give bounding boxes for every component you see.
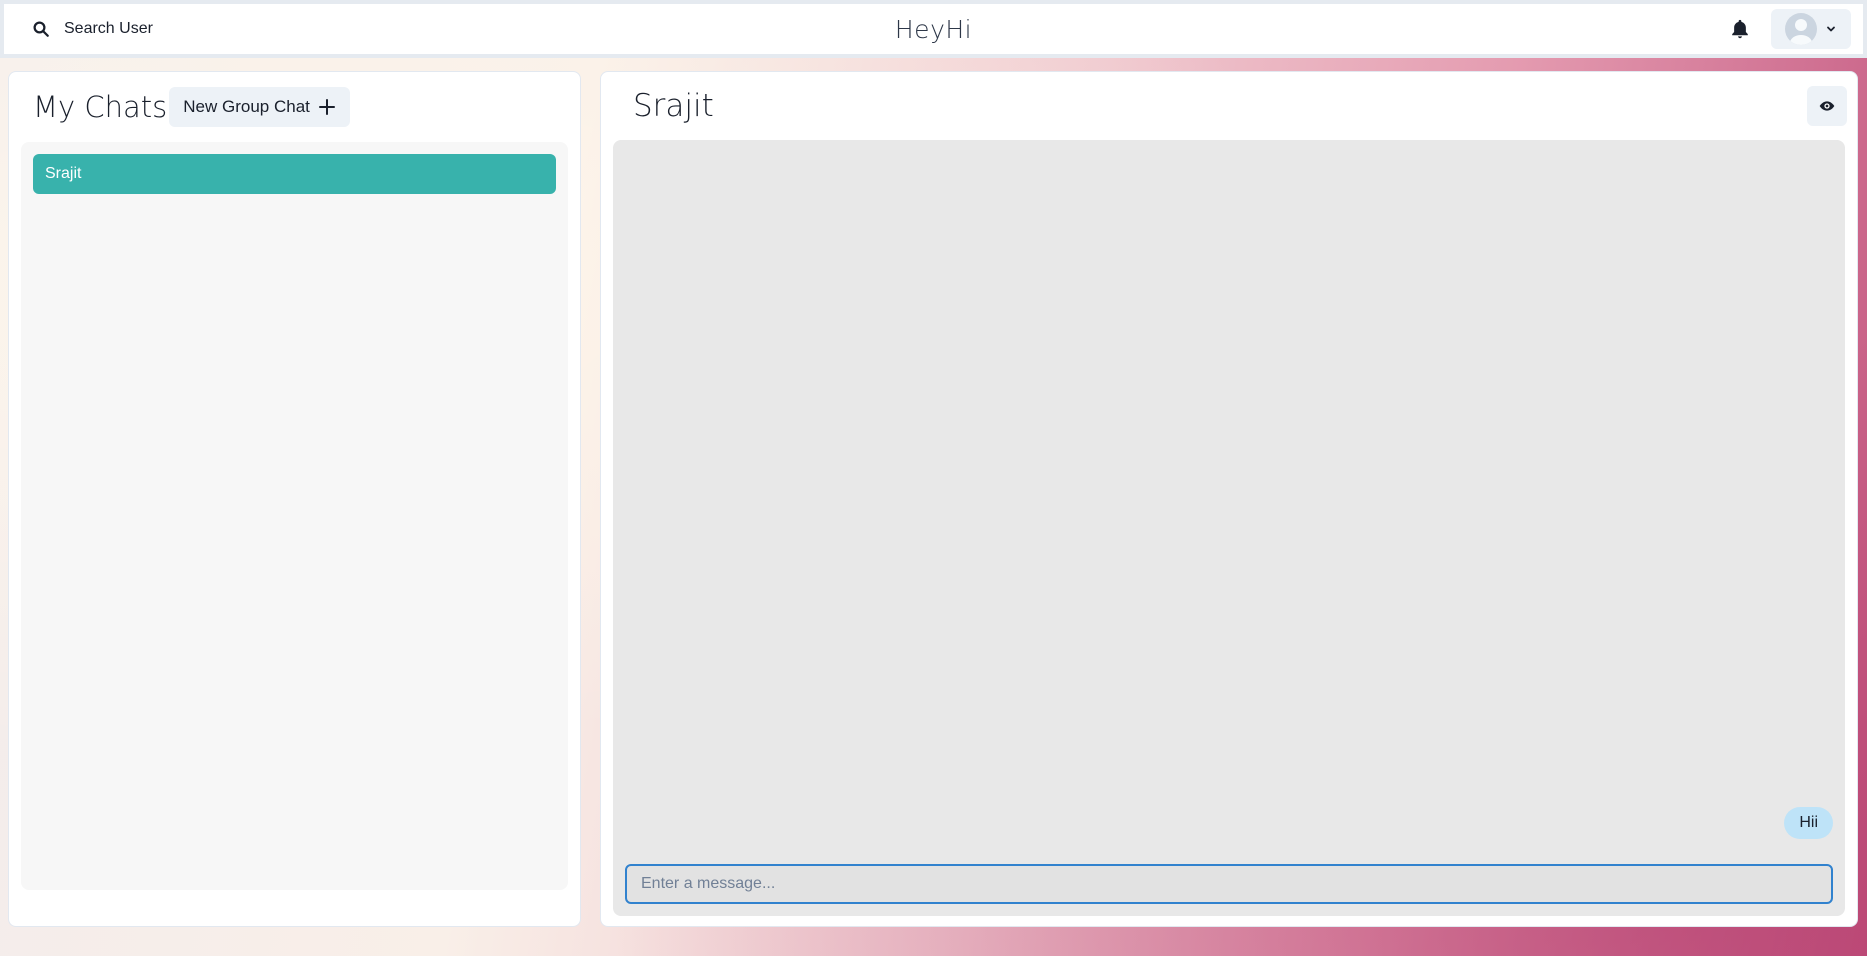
my-chats-title: My Chats [33,90,168,124]
chat-list-item-name: Srajit [45,165,82,182]
my-chats-header: My Chats New Group Chat [21,72,568,142]
new-group-chat-button[interactable]: New Group Chat [169,87,350,127]
top-right-actions [1729,9,1851,49]
my-chats-panel: My Chats New Group Chat Srajit [8,71,581,927]
eye-icon [1819,101,1835,111]
chat-list-item-srajit[interactable]: Srajit [33,154,556,194]
new-group-chat-label: New Group Chat [183,97,310,116]
message-bubble: Hii [1784,807,1833,839]
profile-menu-button[interactable] [1771,9,1851,49]
chat-box-panel: Srajit Hii [600,71,1858,927]
chat-header: Srajit [613,72,1847,140]
search-icon [33,21,49,37]
message-input[interactable] [625,864,1833,904]
avatar-icon [1785,13,1817,45]
search-user-button[interactable]: Search User [26,9,159,49]
search-user-label: Search User [64,20,153,37]
messages-area[interactable]: Hii [613,140,1845,916]
plus-icon [318,99,335,115]
app-brand-title: HeyHi [894,14,973,44]
top-navbar: Search User HeyHi [0,0,1867,58]
chevron-down-icon [1827,26,1835,32]
chat-title: Srajit [633,88,714,124]
bell-icon[interactable] [1729,18,1751,40]
view-profile-button[interactable] [1807,86,1847,126]
chat-list: Srajit [21,142,568,890]
